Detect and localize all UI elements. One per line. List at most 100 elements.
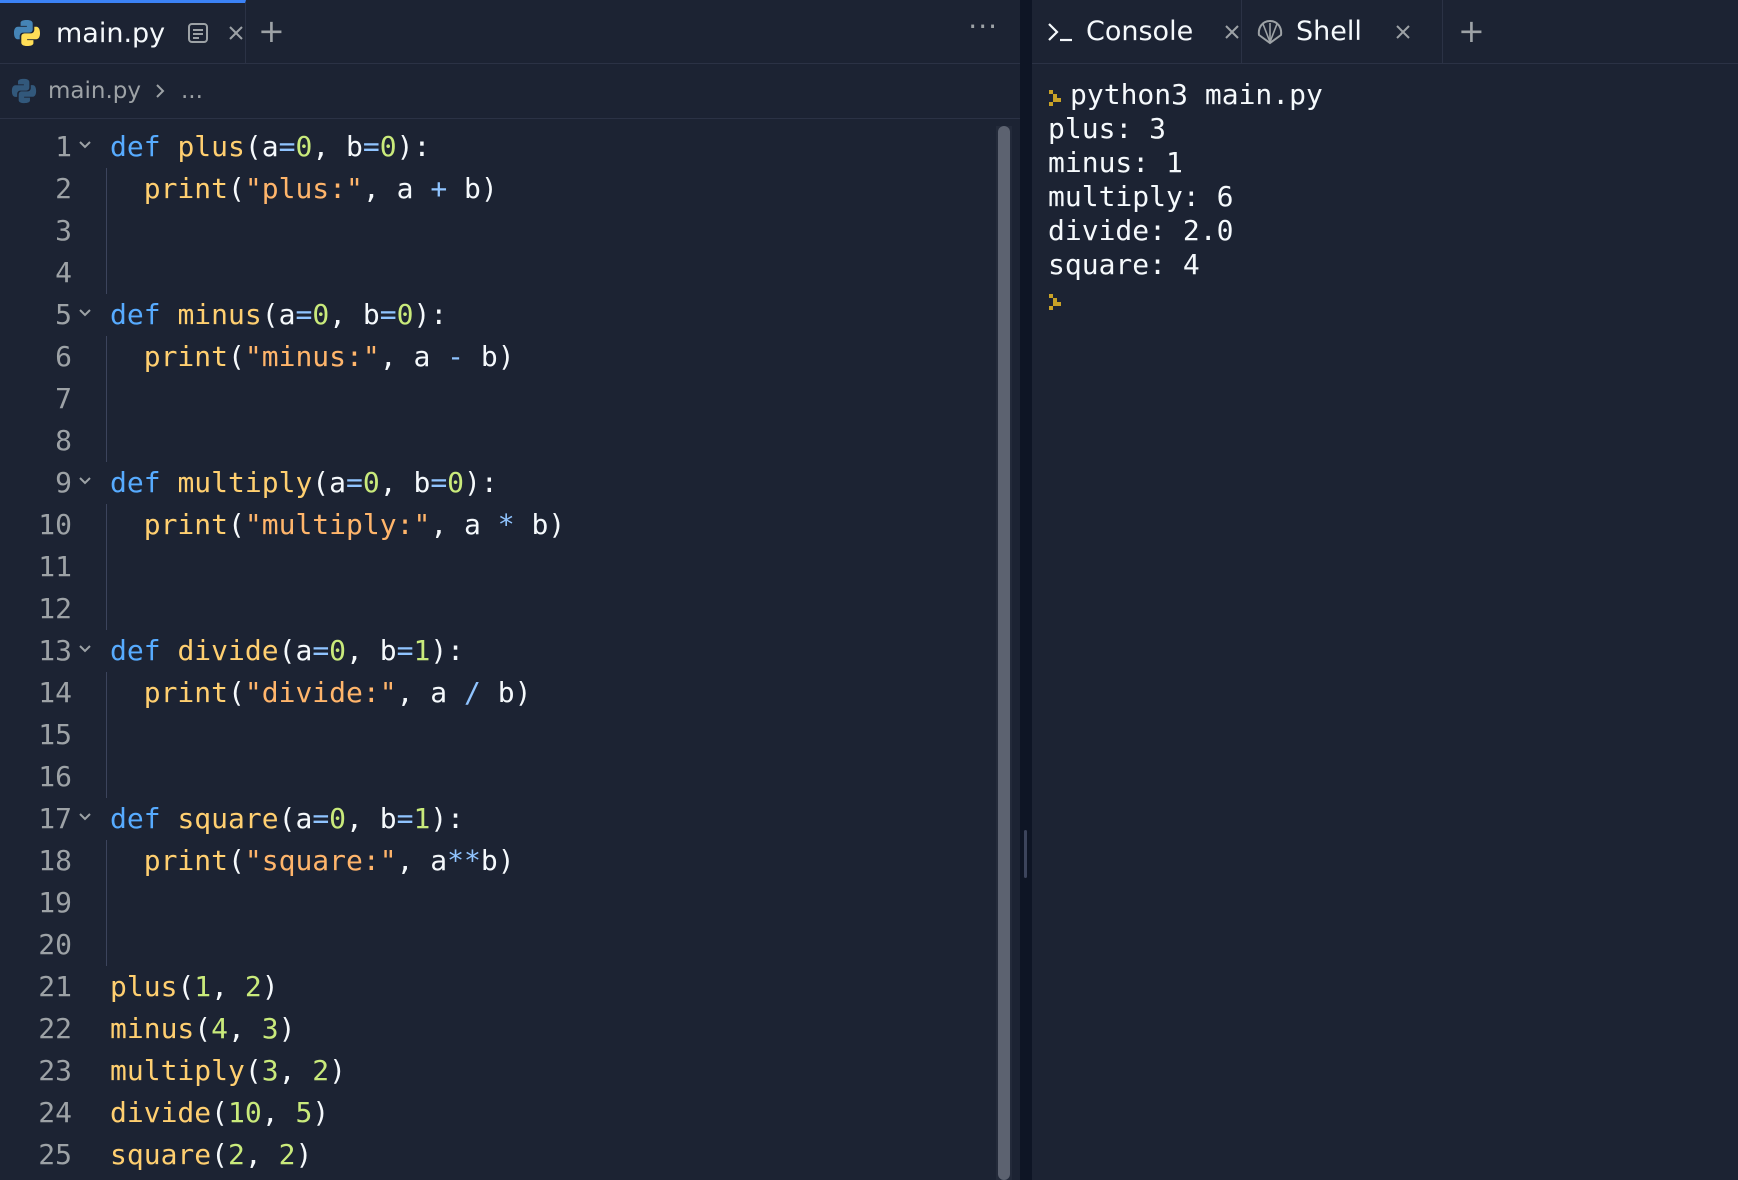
code-line[interactable]: 13 def divide(a=0, b=1): — [0, 630, 990, 672]
code-token: 4 — [211, 1012, 229, 1045]
indent-guide — [106, 882, 107, 924]
console-line: python3 main.py — [1048, 78, 1323, 112]
breadcrumb-file[interactable]: main.py — [48, 78, 141, 104]
code-text: multiply(3, 2) — [110, 1054, 346, 1087]
python-icon — [10, 77, 38, 105]
fold-chevron-icon[interactable] — [78, 468, 92, 492]
code-text: print("divide:", a / b) — [110, 676, 532, 709]
code-token: ): — [430, 802, 465, 835]
code-line[interactable]: 1 def plus(a=0, b=0): — [0, 126, 990, 168]
code-token: print — [143, 172, 229, 205]
pane-resize-handle[interactable] — [1020, 0, 1032, 1180]
code-token: , — [228, 1012, 262, 1045]
code-token: "divide:" — [244, 676, 397, 709]
code-line[interactable]: 5 def minus(a=0, b=0): — [0, 294, 990, 336]
code-token: , b — [329, 298, 380, 331]
code-line[interactable]: 3 — [0, 210, 990, 252]
console-text: multiply: 6 — [1048, 180, 1234, 213]
code-token: a — [329, 466, 347, 499]
prompt-icon — [1048, 289, 1062, 314]
indent-guide — [106, 336, 107, 378]
editor-scrollbar[interactable] — [996, 126, 1012, 1180]
close-icon[interactable] — [1223, 23, 1241, 41]
code-line[interactable]: 19 — [0, 882, 990, 924]
tab-label: main.py — [56, 17, 166, 49]
more-options-button[interactable]: ··· — [968, 10, 998, 43]
line-number: 6 — [55, 340, 72, 373]
code-line[interactable]: 8 — [0, 420, 990, 462]
line-number: 3 — [55, 214, 72, 247]
code-token: ( — [278, 634, 296, 667]
code-token: ( — [244, 130, 262, 163]
code-line[interactable]: 16 — [0, 756, 990, 798]
code-token: ): — [430, 634, 465, 667]
code-token: print — [143, 676, 229, 709]
code-line[interactable]: 9 def multiply(a=0, b=0): — [0, 462, 990, 504]
resize-grip[interactable] — [1024, 830, 1027, 878]
code-token: ): — [464, 466, 498, 499]
code-line[interactable]: 14 print("divide:", a / b) — [0, 672, 990, 714]
code-token: ( — [228, 676, 245, 709]
code-editor[interactable]: 1 def plus(a=0, b=0): 2 print("plus:", a +… — [0, 126, 990, 1176]
code-text: divide(10, 5) — [110, 1096, 329, 1129]
new-console-tab-button[interactable]: + — [1458, 12, 1485, 50]
code-line[interactable]: 10 print("multiply:", a * b) — [0, 504, 990, 546]
code-line[interactable]: 24 divide(10, 5) — [0, 1092, 990, 1134]
console-line: multiply: 6 — [1048, 180, 1323, 214]
code-token: * — [497, 508, 515, 541]
code-token: = — [346, 466, 363, 499]
code-token: 0 — [312, 298, 330, 331]
tab-console[interactable]: Console — [1032, 0, 1242, 63]
code-line[interactable]: 23 multiply(3, 2) — [0, 1050, 990, 1092]
code-token: 3 — [261, 1012, 279, 1045]
code-token: print — [143, 508, 229, 541]
code-line[interactable]: 21 plus(1, 2) — [0, 966, 990, 1008]
indent-guide — [106, 252, 107, 294]
new-tab-button[interactable]: + — [258, 12, 285, 50]
breadcrumb-rest[interactable]: ... — [181, 78, 203, 104]
code-line[interactable]: 20 — [0, 924, 990, 966]
tab-main-py[interactable]: main.py — [0, 0, 246, 63]
code-line[interactable]: 25 square(2, 2) — [0, 1134, 990, 1176]
fold-chevron-icon[interactable] — [78, 132, 92, 156]
code-line[interactable]: 17 def square(a=0, b=1): — [0, 798, 990, 840]
fold-chevron-icon[interactable] — [78, 300, 92, 324]
code-line[interactable]: 15 — [0, 714, 990, 756]
indent-guide — [106, 504, 107, 546]
code-token: square — [110, 1138, 212, 1171]
code-token: , b — [379, 466, 431, 499]
console-line: plus: 3 — [1048, 112, 1323, 146]
code-token: "minus:" — [244, 340, 380, 373]
code-line[interactable]: 22 minus(4, 3) — [0, 1008, 990, 1050]
code-token: 2 — [244, 970, 262, 1003]
scrollbar-thumb[interactable] — [998, 126, 1010, 1180]
close-icon[interactable] — [1394, 23, 1412, 41]
code-token: , a — [396, 844, 448, 877]
close-icon[interactable] — [227, 24, 245, 42]
code-token: ( — [278, 802, 296, 835]
code-line[interactable]: 18 print("square:", a**b) — [0, 840, 990, 882]
code-token: divide — [177, 634, 279, 667]
fold-chevron-icon[interactable] — [78, 636, 92, 660]
code-token: 2 — [278, 1138, 296, 1171]
code-text: def square(a=0, b=1): — [110, 802, 464, 835]
code-token: print — [143, 844, 229, 877]
code-token: a — [295, 634, 313, 667]
code-token: a — [278, 298, 296, 331]
code-line[interactable]: 2 print("plus:", a + b) — [0, 168, 990, 210]
fold-chevron-icon[interactable] — [78, 804, 92, 828]
console-output[interactable]: python3 main.py plus: 3 minus: 1 multiply: … — [1048, 78, 1323, 316]
code-line[interactable]: 4 — [0, 252, 990, 294]
code-token: minus — [177, 298, 262, 331]
code-line[interactable]: 11 — [0, 546, 990, 588]
indent-guide — [106, 924, 107, 966]
code-text: def plus(a=0, b=0): — [110, 130, 430, 163]
tab-shell[interactable]: Shell — [1242, 0, 1443, 63]
document-outline-icon[interactable] — [187, 22, 209, 44]
code-line[interactable]: 7 — [0, 378, 990, 420]
indent-guide — [106, 378, 107, 420]
code-line[interactable]: 12 — [0, 588, 990, 630]
code-line[interactable]: 6 print("minus:", a - b) — [0, 336, 990, 378]
